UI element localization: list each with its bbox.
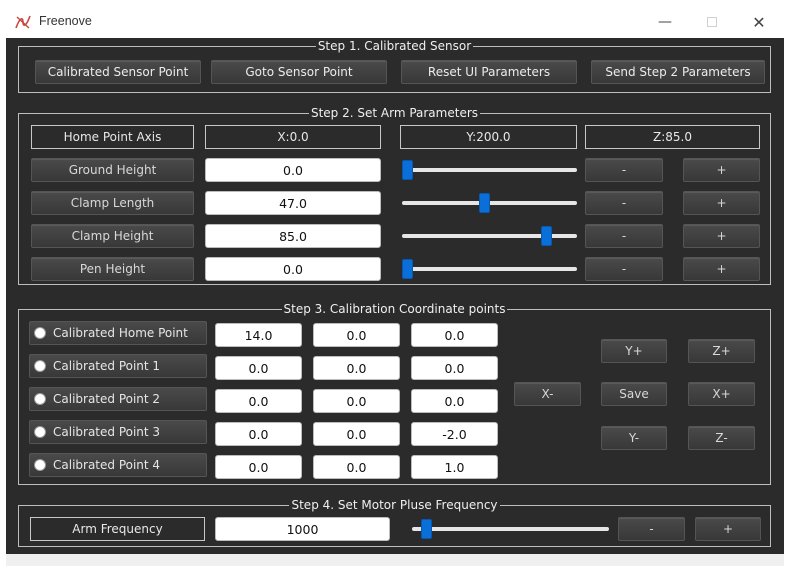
x-plus-button[interactable]: X+	[688, 382, 755, 406]
z-minus-button[interactable]: Z-	[688, 426, 755, 450]
radio-label: Calibrated Point 4	[53, 458, 161, 472]
calibrated-point-1-radio[interactable]: Calibrated Point 1	[29, 354, 207, 378]
goto-sensor-point-button[interactable]: Goto Sensor Point	[211, 60, 387, 84]
step1-title: Step 1. Calibrated Sensor	[315, 39, 474, 53]
y-minus-button[interactable]: Y-	[601, 426, 667, 450]
y-plus-button[interactable]: Y+	[601, 339, 667, 363]
radio-label: Calibrated Point 1	[53, 359, 161, 373]
arm-frequency-slider[interactable]	[412, 517, 609, 541]
pen-height-label: Pen Height	[31, 257, 194, 281]
slider-handle[interactable]	[402, 160, 413, 180]
ground-height-label: Ground Height	[31, 158, 194, 182]
home-point-x-input[interactable]: 14.0	[215, 323, 302, 347]
calibrated-home-point-radio[interactable]: Calibrated Home Point	[29, 321, 207, 345]
radio-icon	[34, 360, 46, 372]
minimize-icon: —	[658, 14, 672, 30]
send-step2-parameters-button[interactable]: Send Step 2 Parameters	[591, 60, 765, 84]
point-2-y-input[interactable]: 0.0	[313, 389, 400, 413]
slider-handle[interactable]	[541, 226, 552, 246]
point-2-z-input[interactable]: 0.0	[411, 389, 498, 413]
point-3-x-input[interactable]: 0.0	[215, 422, 302, 446]
arm-frequency-input[interactable]: 1000	[215, 517, 390, 541]
calibrated-point-3-radio[interactable]: Calibrated Point 3	[29, 420, 207, 444]
pen-height-input[interactable]: 0.0	[205, 257, 381, 281]
slider-handle[interactable]	[421, 519, 432, 539]
calibrated-sensor-point-button[interactable]: Calibrated Sensor Point	[35, 60, 201, 84]
clamp-length-input[interactable]: 47.0	[205, 191, 381, 215]
clamp-length-minus-button[interactable]: -	[585, 191, 663, 215]
maximize-icon	[707, 17, 717, 27]
step3-title: Step 3. Calibration Coordinate points	[281, 302, 508, 316]
home-point-y-input[interactable]: 0.0	[313, 323, 400, 347]
point-4-y-input[interactable]: 0.0	[313, 455, 400, 479]
clamp-height-label: Clamp Height	[31, 224, 194, 248]
point-1-z-input[interactable]: 0.0	[411, 356, 498, 380]
radio-icon	[34, 426, 46, 438]
home-x-readout: X:0.0	[205, 125, 381, 149]
ground-height-slider[interactable]	[402, 158, 577, 182]
minimize-button[interactable]: —	[642, 6, 688, 38]
point-1-y-input[interactable]: 0.0	[313, 356, 400, 380]
freenove-logo-icon	[15, 15, 31, 29]
ground-height-minus-button[interactable]: -	[585, 158, 663, 182]
slider-handle[interactable]	[479, 193, 490, 213]
close-icon: ✕	[752, 12, 766, 32]
clamp-length-plus-button[interactable]: +	[683, 191, 760, 215]
pen-height-plus-button[interactable]: +	[683, 257, 760, 281]
clamp-height-slider[interactable]	[402, 224, 577, 248]
clamp-height-plus-button[interactable]: +	[683, 224, 760, 248]
point-2-x-input[interactable]: 0.0	[215, 389, 302, 413]
clamp-height-input[interactable]: 85.0	[205, 224, 381, 248]
radio-label: Calibrated Home Point	[53, 326, 188, 340]
step2-group: Step 2. Set Arm Parameters Home Point Ax…	[18, 106, 771, 285]
home-point-axis-label: Home Point Axis	[31, 125, 194, 149]
calibrated-point-4-radio[interactable]: Calibrated Point 4	[29, 453, 207, 477]
home-z-readout: Z:85.0	[585, 125, 760, 149]
close-button[interactable]: ✕	[736, 6, 782, 38]
radio-label: Calibrated Point 3	[53, 425, 161, 439]
point-4-x-input[interactable]: 0.0	[215, 455, 302, 479]
home-point-z-input[interactable]: 0.0	[411, 323, 498, 347]
slider-handle[interactable]	[402, 259, 413, 279]
title-bar: Freenove — ✕	[6, 6, 784, 38]
z-plus-button[interactable]: Z+	[688, 339, 755, 363]
arm-frequency-label: Arm Frequency	[30, 517, 205, 541]
step4-title: Step 4. Set Motor Pluse Frequency	[289, 498, 500, 512]
radio-icon	[34, 327, 46, 339]
calibrated-point-2-radio[interactable]: Calibrated Point 2	[29, 387, 207, 411]
maximize-button[interactable]	[689, 6, 735, 38]
point-3-y-input[interactable]: 0.0	[313, 422, 400, 446]
point-1-x-input[interactable]: 0.0	[215, 356, 302, 380]
point-4-z-input[interactable]: 1.0	[411, 455, 498, 479]
window-title: Freenove	[39, 14, 92, 28]
save-button[interactable]: Save	[601, 382, 667, 406]
x-minus-button[interactable]: X-	[514, 382, 581, 406]
radio-icon	[34, 459, 46, 471]
clamp-height-minus-button[interactable]: -	[585, 224, 663, 248]
ground-height-plus-button[interactable]: +	[683, 158, 760, 182]
pen-height-slider[interactable]	[402, 257, 577, 281]
step3-group: Step 3. Calibration Coordinate points Ca…	[18, 302, 771, 485]
status-strip	[6, 554, 784, 566]
reset-ui-parameters-button[interactable]: Reset UI Parameters	[401, 60, 577, 84]
radio-icon	[34, 393, 46, 405]
step4-group: Step 4. Set Motor Pluse Frequency Arm Fr…	[18, 498, 771, 547]
radio-label: Calibrated Point 2	[53, 392, 161, 406]
arm-frequency-minus-button[interactable]: -	[618, 517, 685, 541]
step1-group: Step 1. Calibrated Sensor Calibrated Sen…	[18, 39, 771, 93]
clamp-length-slider[interactable]	[402, 191, 577, 215]
home-y-readout: Y:200.0	[400, 125, 577, 149]
main-panel: Step 1. Calibrated Sensor Calibrated Sen…	[6, 38, 784, 554]
step2-title: Step 2. Set Arm Parameters	[308, 106, 481, 120]
arm-frequency-plus-button[interactable]: +	[695, 517, 761, 541]
clamp-length-label: Clamp Length	[31, 191, 194, 215]
point-3-z-input[interactable]: -2.0	[411, 422, 498, 446]
ground-height-input[interactable]: 0.0	[205, 158, 381, 182]
pen-height-minus-button[interactable]: -	[585, 257, 663, 281]
